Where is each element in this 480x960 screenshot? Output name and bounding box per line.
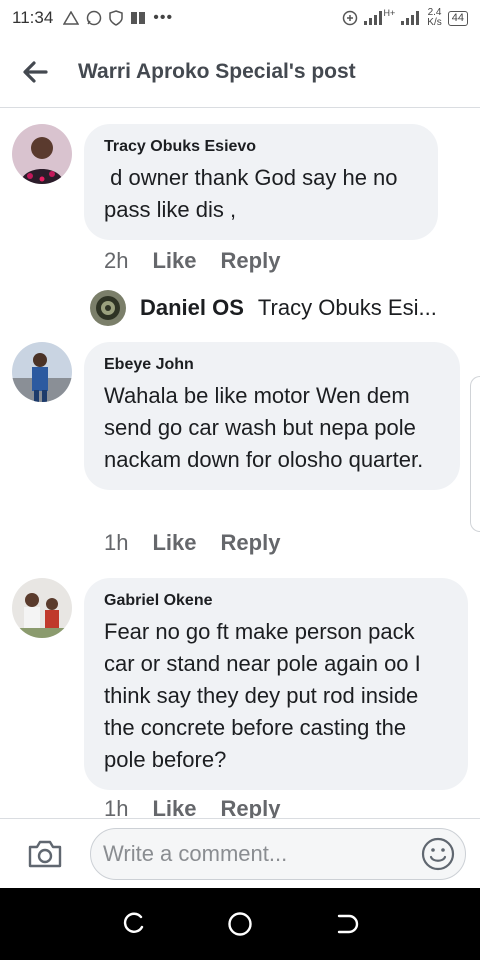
network-speed: 2.4 K/s <box>427 7 442 28</box>
comment-bubble[interactable]: Tracy Obuks Esievo d owner thank God say… <box>84 124 438 240</box>
more-notifications-icon: ••• <box>153 9 174 26</box>
comment-time[interactable]: 1h <box>104 796 128 818</box>
comment-time[interactable]: 1h <box>104 530 128 556</box>
comment-author[interactable]: Tracy Obuks Esievo <box>104 138 418 156</box>
comment-actions: 1h Like Reply <box>104 796 280 818</box>
book-icon <box>131 12 146 24</box>
warning-icon <box>63 11 80 25</box>
back-button[interactable] <box>0 36 70 108</box>
emoji-icon[interactable] <box>421 837 455 871</box>
comment-time[interactable]: 2h <box>104 248 128 274</box>
comment-text: d owner thank God say he no pass like di… <box>104 165 404 222</box>
reply-preview[interactable]: Daniel OS Tracy Obuks Esi... <box>90 290 437 326</box>
avatar[interactable] <box>12 578 72 638</box>
like-button[interactable]: Like <box>152 796 196 818</box>
avatar[interactable] <box>12 342 72 402</box>
comment-input[interactable]: Write a comment... <box>90 827 466 880</box>
reply-button[interactable]: Reply <box>221 530 281 556</box>
home-icon[interactable] <box>227 911 253 937</box>
system-nav-bar <box>0 888 480 960</box>
camera-icon <box>28 840 62 867</box>
back-nav-icon[interactable] <box>335 912 359 936</box>
reply-text: Tracy Obuks Esi... <box>257 295 437 320</box>
reply-author: Daniel OS <box>140 295 244 320</box>
comment-bubble[interactable]: Gabriel Okene Fear no go ft make person … <box>84 578 468 790</box>
avatar[interactable] <box>12 124 72 184</box>
reply-button[interactable]: Reply <box>221 796 281 818</box>
comment-bubble[interactable]: Ebeye John Wahala be like motor Wen dem … <box>84 342 460 490</box>
like-button[interactable]: Like <box>152 530 196 556</box>
arrow-left-icon <box>23 60 48 83</box>
comment-author[interactable]: Ebeye John <box>104 356 440 374</box>
scroll-indicator[interactable] <box>470 376 480 532</box>
signal-icon-2 <box>401 11 420 25</box>
comment-actions: 1h Like Reply <box>104 530 280 556</box>
page-title: Warri Aproko Special's post <box>78 59 356 83</box>
comments-list: Tracy Obuks Esievo d owner thank God say… <box>0 108 480 818</box>
status-time: 11:34 <box>12 8 54 27</box>
comment-input-placeholder: Write a comment... <box>103 840 288 866</box>
comment-text: Fear no go ft make person pack car or st… <box>104 619 421 772</box>
battery-icon: 44 <box>447 10 468 26</box>
like-button[interactable]: Like <box>152 248 196 274</box>
post-header: Warri Aproko Special's post <box>0 36 480 108</box>
comment-composer: Write a comment... <box>0 818 480 888</box>
comment-author[interactable]: Gabriel Okene <box>104 592 448 610</box>
network-type: H+ <box>383 8 396 18</box>
avatar <box>90 290 126 326</box>
signal-icon <box>363 11 382 25</box>
reply-button[interactable]: Reply <box>221 248 281 274</box>
data-saver-icon <box>342 10 357 26</box>
camera-button[interactable] <box>0 819 90 889</box>
comment-actions: 2h Like Reply <box>104 248 280 274</box>
whatsapp-icon <box>87 10 102 26</box>
comment-text: Wahala be like motor Wen dem send go car… <box>104 383 424 472</box>
recent-apps-icon[interactable] <box>121 912 145 936</box>
shield-icon <box>109 10 124 26</box>
status-bar: 11:34 ••• H+ 2.4 K/s 44 <box>0 0 480 36</box>
